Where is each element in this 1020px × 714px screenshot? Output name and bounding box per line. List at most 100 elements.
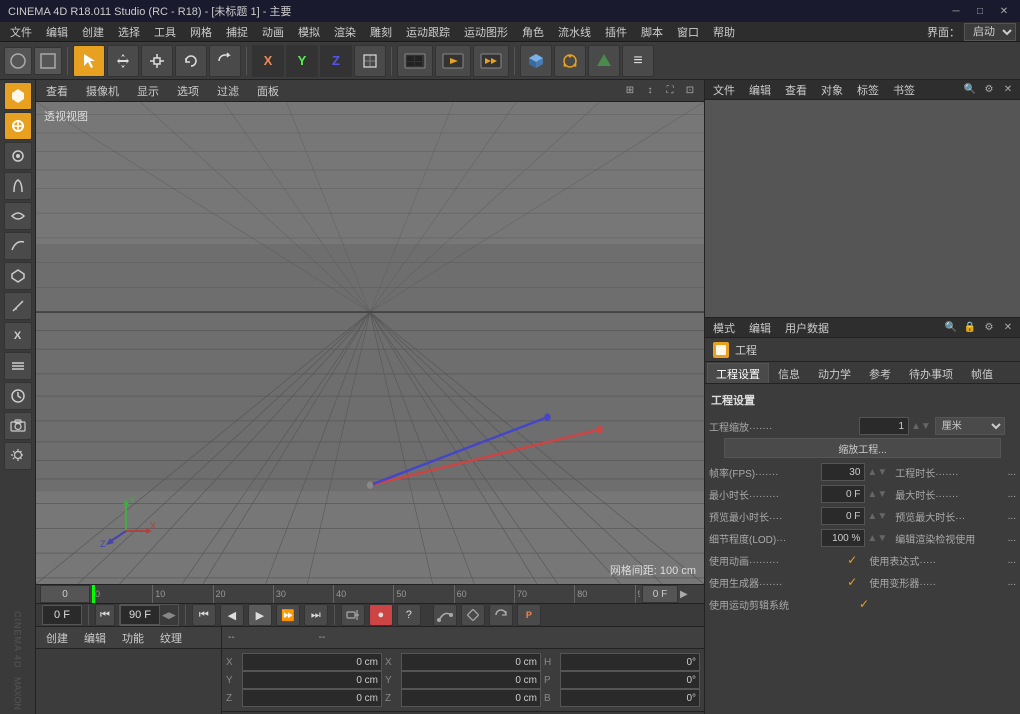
shrink-project-button[interactable]: 缩放工程... [724,438,1000,458]
coord-p-input[interactable] [560,671,700,689]
light-button[interactable] [4,442,32,470]
play-forward-button[interactable]: ▶ [248,604,272,626]
tab-reference[interactable]: 参考 [860,363,900,383]
step-back-button[interactable]: ⏮ [95,604,115,626]
timeline-ruler-bar[interactable]: 0 10 20 30 40 50 60 70 80 90 [92,585,640,603]
xpresso-button[interactable]: X [4,322,32,350]
render-all-button[interactable] [473,45,509,77]
menu-motion-track[interactable]: 运动跟踪 [400,22,456,42]
tab-dynamics[interactable]: 动力学 [809,363,860,383]
coord-x-input[interactable] [242,653,382,671]
scale-tool-button[interactable] [141,45,173,77]
rotate-tool-button[interactable] [175,45,207,77]
toolbar-icon2[interactable] [34,47,62,75]
layer-button[interactable] [4,352,32,380]
attr-settings-icon[interactable]: ⚙ [981,320,997,336]
viewport-3d[interactable]: 透视视图 [36,102,704,584]
vp-menu-view[interactable]: 查看 [42,81,72,101]
kf-menu-function[interactable]: 功能 [118,628,148,648]
prop-prevmin-input[interactable] [821,507,865,525]
kf-menu-texture[interactable]: 纹理 [156,628,186,648]
toolbar-icon1[interactable] [4,47,32,75]
kf-menu-edit[interactable]: 编辑 [80,628,110,648]
fps-stepper[interactable]: ▲▼ [867,467,887,478]
close-button[interactable]: ✕ [996,3,1012,19]
menu-tools[interactable]: 工具 [148,22,182,42]
select-tool-button[interactable] [73,45,105,77]
prop-mintime-input[interactable] [821,485,865,503]
kf-menu-create[interactable]: 创建 [42,628,72,648]
camera-button[interactable] [4,412,32,440]
attr-menu-edit[interactable]: 编辑 [745,319,775,337]
motion-path-button[interactable] [433,604,457,626]
vp-menu-display[interactable]: 显示 [133,81,163,101]
menu-plugins[interactable]: 插件 [599,22,633,42]
menu-snap[interactable]: 捕捉 [220,22,254,42]
tab-frame-values[interactable]: 帧值 [962,363,1002,383]
hair-mode-button[interactable] [4,172,32,200]
tab-info[interactable]: 信息 [769,363,809,383]
menu-mesh[interactable]: 网格 [184,22,218,42]
render-mode-button[interactable] [4,142,32,170]
attr-search-icon[interactable]: 🔍 [943,320,959,336]
coord-sz-input[interactable] [401,689,541,707]
prop-lod-input[interactable] [821,529,865,547]
mintime-stepper[interactable]: ▲▼ [867,489,887,500]
scale-stepper[interactable]: ▲▼ [911,421,931,432]
cube-button[interactable] [520,45,552,77]
prop-generators-check[interactable]: ✓ [847,575,857,589]
key-loop-button[interactable] [489,604,513,626]
end-frame-input[interactable] [120,605,160,625]
spline-button[interactable] [4,232,32,260]
tab-todo[interactable]: 待办事项 [900,363,962,383]
prop-fps-input[interactable] [821,463,865,481]
object-mode-button[interactable] [4,82,32,110]
menu-animate[interactable]: 动画 [256,22,290,42]
prop-motionclips-check[interactable]: ✓ [859,597,869,611]
poly-button[interactable] [4,262,32,290]
help-button[interactable]: ? [397,604,421,626]
axis-z-button[interactable]: Z [320,45,352,77]
key-select-button[interactable] [461,604,485,626]
timeline-playhead[interactable] [92,585,95,603]
vp-menu-options[interactable]: 选项 [173,81,203,101]
menu-edit[interactable]: 编辑 [40,22,74,42]
prevmin-stepper[interactable]: ▲▼ [867,511,887,522]
menu-help[interactable]: 帮助 [707,22,741,42]
vp-menu-filter[interactable]: 过滤 [213,81,243,101]
render-view-button[interactable] [435,45,471,77]
menu-window[interactable]: 窗口 [671,22,705,42]
minimize-button[interactable]: ─ [948,3,964,19]
vp-icon-fullscreen[interactable]: ⛶ [662,83,678,99]
menu-character[interactable]: 角色 [516,22,550,42]
coord-h-input[interactable] [560,653,700,671]
axis-x-button[interactable]: X [252,45,284,77]
attr-menu-userdata[interactable]: 用户数据 [781,319,833,337]
lod-stepper[interactable]: ▲▼ [867,533,887,544]
deform-button[interactable] [4,202,32,230]
menu-create[interactable]: 创建 [76,22,110,42]
menu-file[interactable]: 文件 [4,22,38,42]
vp-menu-panel[interactable]: 面板 [253,81,283,101]
current-frame-input[interactable] [42,605,82,625]
record-button[interactable]: ● [369,604,393,626]
timeline-expand[interactable]: ▶ [680,589,700,600]
obj-menu-view[interactable]: 查看 [781,81,811,99]
attr-close-icon[interactable]: ✕ [1000,320,1016,336]
go-end-button[interactable]: ⏭ [304,604,328,626]
move-tool-button[interactable] [107,45,139,77]
coord-sx-input[interactable] [401,653,541,671]
scene-tool-button[interactable] [4,112,32,140]
sketch-button[interactable] [4,292,32,320]
keyframe-add-button[interactable] [341,604,365,626]
autokey-button[interactable]: P [517,604,541,626]
menu-script[interactable]: 脚本 [635,22,669,42]
render-region-button[interactable] [397,45,433,77]
menu-render[interactable]: 渲染 [328,22,362,42]
go-start-button[interactable]: ⏮ [192,604,216,626]
prop-scale-input[interactable] [859,417,909,435]
timeline-button[interactable] [4,382,32,410]
vp-icon-pan[interactable]: ↕ [642,83,658,99]
tab-project-settings[interactable]: 工程设置 [707,363,769,383]
coord-sy-input[interactable] [401,671,541,689]
